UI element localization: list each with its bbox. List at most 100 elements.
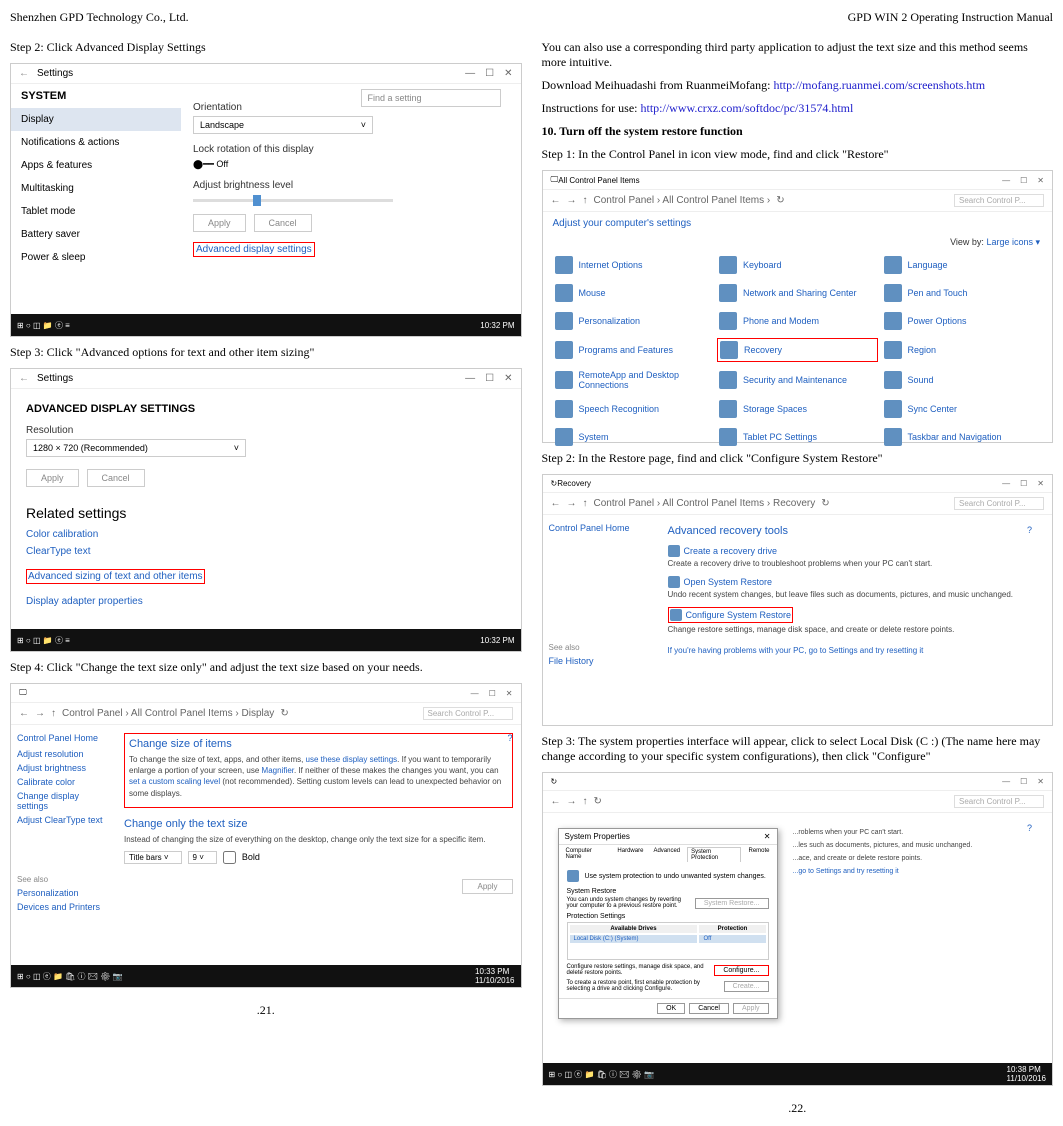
devices-printers-link[interactable]: Devices and Printers [17,902,110,912]
refresh-icon[interactable]: ↻ [776,195,784,206]
minimize-icon[interactable]: — [465,68,475,79]
cp-item-security-and-maintenance[interactable]: Security and Maintenance [717,368,878,392]
search-input[interactable]: Search Control P... [954,194,1044,207]
cleartype-link[interactable]: Adjust ClearType text [17,815,110,825]
cp-item-personalization[interactable]: Personalization [553,310,714,332]
cp-item-remoteapp-and-desktop-connections[interactable]: RemoteApp and Desktop Connections [553,368,714,392]
nav-back-icon[interactable]: ← [551,796,561,807]
taskbar-left[interactable]: ⊞ ○ ◫ 📁 ⓔ ≡ [17,635,70,646]
system-restore-button[interactable]: System Restore... [695,898,769,909]
cp-item-tablet-pc-settings[interactable]: Tablet PC Settings [717,426,878,448]
size-select[interactable]: 9 ˅ [188,851,217,864]
help-icon[interactable]: ? [1027,823,1032,833]
minimize-icon[interactable]: — [1002,479,1010,488]
nav-up-icon[interactable]: ↑ [583,195,588,206]
sidebar-item-multitasking[interactable]: Multitasking [11,177,181,200]
breadcrumb[interactable]: Control Panel › All Control Panel Items … [594,195,771,206]
recovery-link[interactable]: Open System Restore [668,576,1033,588]
maximize-icon[interactable]: ☐ [485,373,494,384]
search-input[interactable]: Find a setting [361,89,501,107]
nav-fwd-icon[interactable]: → [567,796,577,807]
calibrate-color-link[interactable]: Calibrate color [17,777,110,787]
sidebar-item-display[interactable]: Display [11,108,181,131]
lock-toggle[interactable]: ⬤━━ Off [193,159,509,170]
cp-item-storage-spaces[interactable]: Storage Spaces [717,398,878,420]
magnifier-link[interactable]: Magnifier [262,766,294,775]
nav-fwd-icon[interactable]: → [35,708,45,719]
apply-button[interactable]: Apply [193,214,246,232]
help-icon[interactable]: ? [1027,525,1032,535]
nav-back-icon[interactable]: ← [551,498,561,509]
cp-home-link[interactable]: Control Panel Home [549,523,642,533]
adjust-brightness-link[interactable]: Adjust brightness [17,763,110,773]
personalization-link[interactable]: Personalization [17,888,110,898]
search-input[interactable]: Search Control P... [423,707,513,720]
tab-hardware[interactable]: Hardware [614,847,646,862]
ruanmei-link[interactable]: http://mofang.ruanmei.com/screenshots.ht… [773,78,985,92]
cp-item-recovery[interactable]: Recovery [717,338,878,362]
refresh-icon[interactable]: ↻ [594,796,602,807]
refresh-icon[interactable]: ↻ [280,708,288,719]
display-adapter-link[interactable]: Display adapter properties [26,596,506,607]
recovery-link[interactable]: Configure System Restore [668,607,794,623]
minimize-icon[interactable]: — [465,373,475,384]
back-icon[interactable]: ← [19,68,29,79]
taskbar-left[interactable]: ⊞ ○ ◫ ⓔ 📁 🛍 ⓘ ✉ ⚙ 📷 [17,971,123,982]
taskbar-left[interactable]: ⊞ ○ ◫ 📁 ⓔ ≡ [17,320,70,331]
color-calibration-link[interactable]: Color calibration [26,529,506,540]
tab-remote[interactable]: Remote [745,847,772,862]
cp-item-pen-and-touch[interactable]: Pen and Touch [882,282,1043,304]
cp-item-system[interactable]: System [553,426,714,448]
brightness-slider[interactable] [193,199,393,202]
cleartype-link[interactable]: ClearType text [26,546,506,557]
search-input[interactable]: Search Control P... [954,497,1044,510]
nav-fwd-icon[interactable]: → [567,195,577,206]
breadcrumb[interactable]: Control Panel › All Control Panel Items … [62,708,274,719]
cp-home-link[interactable]: Control Panel Home [17,733,110,743]
orientation-dropdown[interactable]: Landscape˅ [193,116,373,134]
item-select[interactable]: Title bars ˅ [124,851,182,864]
apply-button[interactable]: Apply [462,879,512,894]
taskbar-left[interactable]: ⊞ ○ ◫ ⓔ 📁 🛍 ⓘ ✉ ⚙ 📷 [549,1069,655,1080]
maximize-icon[interactable]: ☐ [489,689,496,698]
drives-table[interactable]: Available DrivesProtection Local Disk (C… [567,922,769,960]
recovery-link[interactable]: Create a recovery drive [668,545,1033,557]
close-icon[interactable]: ✕ [506,689,513,698]
cp-item-keyboard[interactable]: Keyboard [717,254,878,276]
cancel-button[interactable]: Cancel [87,469,145,487]
back-icon[interactable]: ← [19,373,29,384]
bold-checkbox[interactable] [223,851,236,864]
file-history-link[interactable]: File History [549,656,642,666]
nav-back-icon[interactable]: ← [19,708,29,719]
cp-item-phone-and-modem[interactable]: Phone and Modem [717,310,878,332]
tab-system-protection[interactable]: System Protection [687,847,741,862]
close-icon[interactable]: ✕ [1037,176,1044,185]
close-icon[interactable]: ✕ [1037,777,1044,786]
sidebar-item-power[interactable]: Power & sleep [11,246,181,269]
maximize-icon[interactable]: ☐ [1020,479,1027,488]
apply-button[interactable]: Apply [733,1003,769,1014]
viewby-select[interactable]: Large icons ▾ [986,237,1040,247]
nav-up-icon[interactable]: ↑ [583,498,588,509]
advanced-display-link[interactable]: Advanced display settings [193,242,315,257]
minimize-icon[interactable]: — [1002,777,1010,786]
apply-button[interactable]: Apply [26,469,79,487]
search-input[interactable]: Search Control P... [954,795,1044,808]
td-drive[interactable]: Local Disk (C:) (System) [570,935,698,943]
cp-item-sync-center[interactable]: Sync Center [882,398,1043,420]
sidebar-item-apps[interactable]: Apps & features [11,154,181,177]
cp-item-speech-recognition[interactable]: Speech Recognition [553,398,714,420]
create-button[interactable]: Create... [724,981,769,992]
tab-advanced[interactable]: Advanced [650,847,683,862]
cp-item-programs-and-features[interactable]: Programs and Features [553,338,714,362]
cp-item-sound[interactable]: Sound [882,368,1043,392]
cp-item-taskbar-and-navigation[interactable]: Taskbar and Navigation [882,426,1043,448]
close-icon[interactable]: ✕ [764,832,771,841]
nav-back-icon[interactable]: ← [551,195,561,206]
cp-item-power-options[interactable]: Power Options [882,310,1043,332]
cp-item-region[interactable]: Region [882,338,1043,362]
nav-up-icon[interactable]: ↑ [51,708,56,719]
resolution-dropdown[interactable]: 1280 × 720 (Recommended)˅ [26,439,246,457]
maximize-icon[interactable]: ☐ [1020,777,1027,786]
cp-item-mouse[interactable]: Mouse [553,282,714,304]
